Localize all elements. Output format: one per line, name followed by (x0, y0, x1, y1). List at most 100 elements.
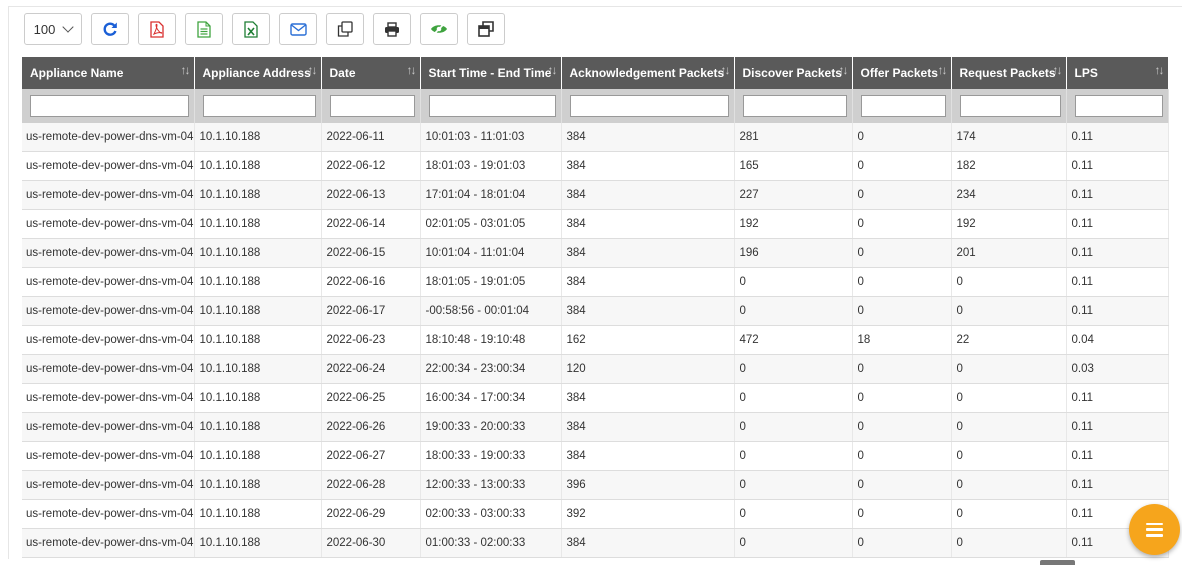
menu-fab-button[interactable] (1129, 504, 1180, 555)
table-cell: 234 (951, 180, 1067, 210)
column-filter-cell (734, 89, 853, 123)
excel-icon (244, 20, 258, 38)
table-cell: 10.1.10.188 (194, 123, 322, 152)
table-cell: 10.1.10.188 (194, 528, 322, 558)
table-cell: 22 (951, 325, 1067, 355)
table-cell: 0 (951, 383, 1067, 413)
table-cell: 162 (561, 325, 735, 355)
sort-icon[interactable]: ↑↓ (1053, 63, 1063, 77)
table-row[interactable]: us-remote-dev-power-dns-vm-04 10.1.10.188… (22, 325, 1169, 355)
column-header[interactable]: LPS ↑↓ (1066, 57, 1169, 89)
table-row[interactable]: us-remote-dev-power-dns-vm-04 10.1.10.188… (22, 267, 1169, 297)
page-size-select[interactable]: 100 (24, 13, 82, 45)
column-filter-input[interactable] (202, 95, 316, 117)
table-cell: us-remote-dev-power-dns-vm-04 (22, 470, 195, 500)
sort-icon[interactable]: ↑↓ (839, 63, 849, 77)
table-cell: us-remote-dev-power-dns-vm-04 (22, 123, 195, 152)
table-cell: 0.11 (1066, 383, 1169, 413)
column-header-label: Start Time - End Time (428, 66, 552, 80)
export-pdf-button[interactable] (138, 13, 176, 45)
column-header[interactable]: Appliance Address ↑↓ (194, 57, 322, 89)
table-row[interactable]: us-remote-dev-power-dns-vm-04 10.1.10.188… (22, 499, 1169, 529)
table-cell: 0 (951, 528, 1067, 558)
table-row[interactable]: us-remote-dev-power-dns-vm-04 10.1.10.188… (22, 238, 1169, 268)
table-row[interactable]: us-remote-dev-power-dns-vm-04 10.1.10.188… (22, 354, 1169, 384)
table-cell: 0 (852, 296, 952, 326)
table-cell: 2022-06-15 (321, 238, 421, 268)
copy-icon (337, 21, 353, 37)
table-body: us-remote-dev-power-dns-vm-04 10.1.10.188… (22, 123, 1169, 558)
table-cell: 02:01:05 - 03:01:05 (420, 209, 562, 239)
restore-window-button[interactable] (467, 13, 505, 45)
column-visibility-button[interactable] (420, 13, 458, 45)
column-header[interactable]: Date ↑↓ (321, 57, 421, 89)
column-header-label: LPS (1074, 66, 1098, 80)
sort-icon[interactable]: ↑↓ (407, 63, 417, 77)
copy-button[interactable] (326, 13, 364, 45)
table-cell: 384 (561, 412, 735, 442)
table-cell: 2022-06-23 (321, 325, 421, 355)
print-button[interactable] (373, 13, 411, 45)
table-cell: 384 (561, 528, 735, 558)
table-cell: 2022-06-29 (321, 499, 421, 529)
table-row[interactable]: us-remote-dev-power-dns-vm-04 10.1.10.188… (22, 151, 1169, 181)
sort-icon[interactable]: ↑↓ (721, 63, 731, 77)
column-filter-cell (321, 89, 421, 123)
table-cell: 0.11 (1066, 209, 1169, 239)
table-cell: 182 (951, 151, 1067, 181)
column-header[interactable]: Offer Packets ↑↓ (852, 57, 952, 89)
column-filter-input[interactable] (569, 95, 729, 117)
table-cell: us-remote-dev-power-dns-vm-04 (22, 267, 195, 297)
column-filter-input[interactable] (30, 95, 189, 117)
table-row[interactable]: us-remote-dev-power-dns-vm-04 10.1.10.188… (22, 296, 1169, 326)
column-header[interactable]: Acknowledgement Packets ↑↓ (561, 57, 735, 89)
table-row[interactable]: us-remote-dev-power-dns-vm-04 10.1.10.188… (22, 470, 1169, 500)
table-row[interactable]: us-remote-dev-power-dns-vm-04 10.1.10.188… (22, 123, 1169, 152)
sort-icon[interactable]: ↑↓ (938, 63, 948, 77)
column-filter-input[interactable] (742, 95, 847, 117)
column-filter-input[interactable] (860, 95, 946, 117)
column-filter-input[interactable] (428, 95, 556, 117)
filter-row (22, 89, 1169, 123)
sort-icon[interactable]: ↑↓ (1155, 63, 1165, 77)
sort-icon[interactable]: ↑↓ (308, 63, 318, 77)
table-cell: 384 (561, 383, 735, 413)
table-row[interactable]: us-remote-dev-power-dns-vm-04 10.1.10.188… (22, 209, 1169, 239)
column-header[interactable]: Request Packets ↑↓ (951, 57, 1067, 89)
table-cell: 10:01:03 - 11:01:03 (420, 123, 562, 152)
export-csv-button[interactable] (185, 13, 223, 45)
table-cell: 10.1.10.188 (194, 499, 322, 529)
column-filter-input[interactable] (1074, 95, 1163, 117)
column-header[interactable]: Discover Packets ↑↓ (734, 57, 853, 89)
column-filter-cell (194, 89, 322, 123)
column-header[interactable]: Start Time - End Time ↑↓ (420, 57, 562, 89)
export-excel-button[interactable] (232, 13, 270, 45)
table-row[interactable]: us-remote-dev-power-dns-vm-04 10.1.10.188… (22, 180, 1169, 210)
table-cell: 10.1.10.188 (194, 354, 322, 384)
table-row[interactable]: us-remote-dev-power-dns-vm-04 10.1.10.188… (22, 528, 1169, 558)
table-cell: 0 (852, 151, 952, 181)
table-cell: 0 (734, 412, 853, 442)
email-button[interactable] (279, 13, 317, 45)
table-cell: us-remote-dev-power-dns-vm-04 (22, 412, 195, 442)
table-cell: 10.1.10.188 (194, 383, 322, 413)
table-cell: 0.03 (1066, 354, 1169, 384)
table-cell: 0 (951, 470, 1067, 500)
column-filter-input[interactable] (959, 95, 1061, 117)
table-row[interactable]: us-remote-dev-power-dns-vm-04 10.1.10.188… (22, 383, 1169, 413)
table-cell: us-remote-dev-power-dns-vm-04 (22, 383, 195, 413)
table-cell: -00:58:56 - 00:01:04 (420, 296, 562, 326)
refresh-button[interactable] (91, 13, 129, 45)
table-cell: 0 (734, 528, 853, 558)
table-cell: 0 (734, 383, 853, 413)
column-filter-input[interactable] (329, 95, 415, 117)
sort-icon[interactable]: ↑↓ (181, 63, 191, 77)
sort-icon[interactable]: ↑↓ (548, 63, 558, 77)
email-icon (289, 22, 307, 36)
table-cell: 384 (561, 209, 735, 239)
horizontal-scrollbar-thumb[interactable] (1040, 560, 1075, 565)
table-cell: 18:00:33 - 19:00:33 (420, 441, 562, 471)
table-row[interactable]: us-remote-dev-power-dns-vm-04 10.1.10.188… (22, 412, 1169, 442)
column-header[interactable]: Appliance Name ↑↓ (22, 57, 195, 89)
table-row[interactable]: us-remote-dev-power-dns-vm-04 10.1.10.188… (22, 441, 1169, 471)
